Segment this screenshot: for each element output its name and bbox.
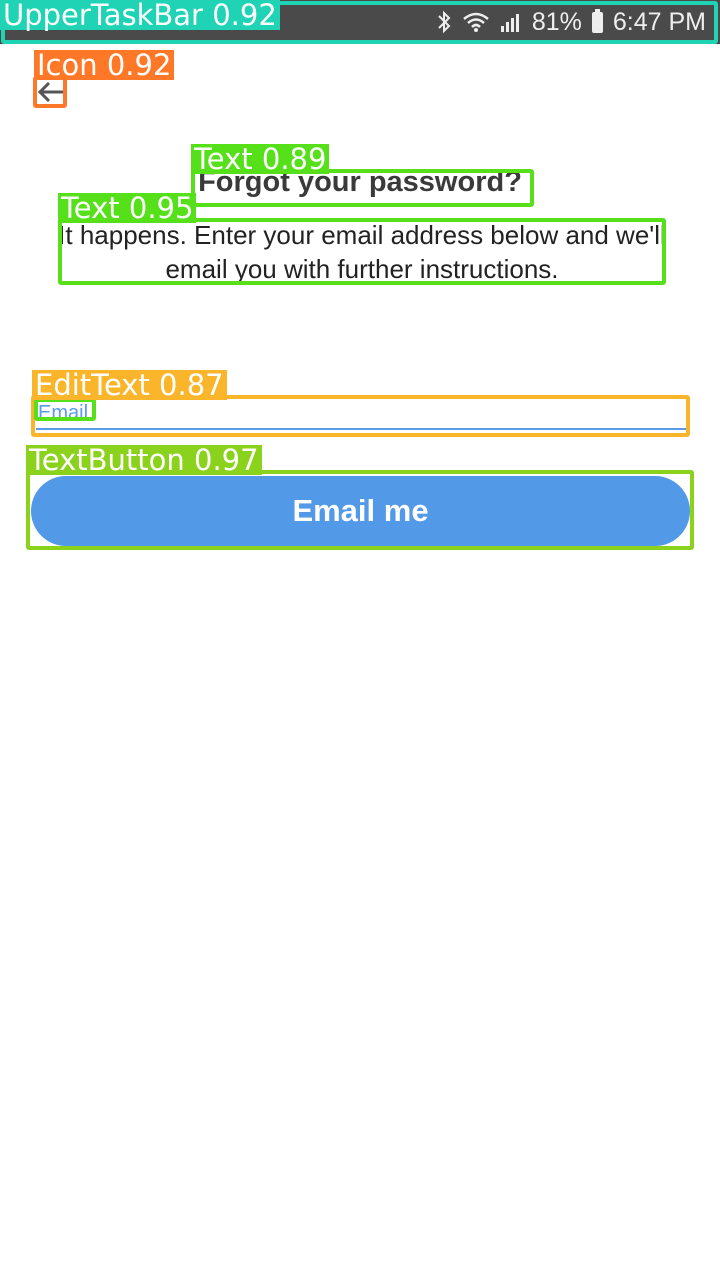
detection-label-edittext: EditText 0.87 <box>32 370 227 400</box>
detection-box-textbutton <box>26 470 694 550</box>
detection-label-subtitle-text: Text 0.95 <box>58 193 197 223</box>
detection-label-textbutton: TextButton 0.97 <box>26 445 262 475</box>
detection-box-subtitle-text <box>58 218 666 285</box>
detection-label-title-text: Text 0.89 <box>191 144 330 174</box>
detection-label-upper-taskbar: UpperTaskBar 0.92 <box>0 0 280 30</box>
detection-label-icon: Icon 0.92 <box>34 50 175 80</box>
